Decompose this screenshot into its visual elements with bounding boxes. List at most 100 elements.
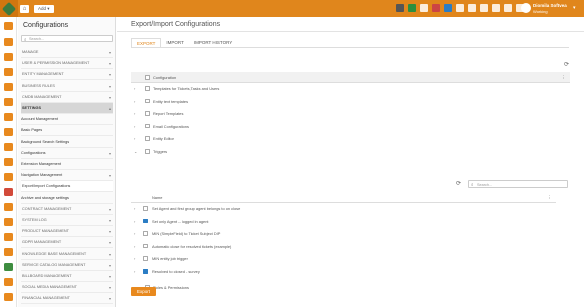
select-all-checkbox[interactable]	[145, 75, 150, 80]
chart-bar-icon[interactable]	[4, 173, 13, 181]
calendar-icon[interactable]	[492, 4, 500, 12]
sidebar-item[interactable]: Account Management	[21, 114, 113, 126]
expand-toggle-icon[interactable]: ›	[134, 96, 135, 107]
sidebar-item[interactable]: ENTITY MANAGEMENT ▾	[21, 69, 113, 81]
calendar-icon[interactable]	[4, 22, 13, 30]
row-checkbox[interactable]	[143, 218, 148, 224]
expand-toggle-icon[interactable]: ›	[134, 228, 135, 239]
triggers-search-input[interactable]: ⌕ Search...	[468, 180, 568, 188]
expand-toggle-icon[interactable]: ›	[134, 266, 135, 277]
sidebar-item[interactable]: Archive and storage settings	[21, 193, 113, 204]
sidebar-item[interactable]: KNOWLEDGE BASE MANAGEMENT ▾	[21, 249, 113, 260]
sidebar-item[interactable]: SETTINGS ▴	[21, 103, 113, 114]
sidebar-item[interactable]: SOCIAL MEDIA MANAGEMENT ▾	[21, 282, 113, 294]
user-menu[interactable]: Diomila Softvea Working ▾	[521, 2, 581, 15]
sidebar-item[interactable]: Extension Management	[21, 159, 113, 170]
clipboard-icon[interactable]	[4, 53, 13, 61]
sidebar-item[interactable]: CONTRACT MANAGEMENT ▾	[21, 204, 113, 215]
row-label: MIN (SimpleField) to Ticket Subject DIP	[152, 231, 221, 237]
refresh-icon[interactable]: ⟳	[564, 61, 569, 68]
expand-toggle-icon[interactable]: ⌄	[134, 146, 137, 157]
sidebar-item[interactable]: SYSTEM LOG ▾	[21, 215, 113, 226]
sidebar-item-label: BUSINESS RULES	[22, 83, 55, 88]
chevron-icon: ▾	[108, 173, 111, 179]
more-icon[interactable]: ⋮	[548, 192, 553, 203]
sidebar-search-input[interactable]: ⌕ Search...	[21, 35, 113, 42]
expand-toggle-icon[interactable]: ›	[134, 83, 135, 94]
heart-icon[interactable]	[480, 4, 488, 12]
row-checkbox[interactable]	[143, 231, 148, 236]
tools-icon[interactable]	[4, 248, 13, 256]
block-icon[interactable]	[4, 188, 13, 196]
gear-icon[interactable]	[4, 293, 13, 301]
page-title: Export/Import Configurations	[131, 21, 221, 28]
app-logo[interactable]	[0, 0, 18, 17]
expand-toggle-icon[interactable]: ›	[134, 241, 135, 252]
sidebar-item-label: SERVICE CATALOG MANAGEMENT	[22, 262, 86, 267]
row-checkbox[interactable]	[143, 206, 148, 211]
document-icon[interactable]	[4, 203, 13, 211]
sidebar-item[interactable]: Navigation Management ▾	[21, 170, 113, 182]
sidebar-item[interactable]: FINANCIAL MANAGEMENT ▾	[21, 293, 113, 305]
sidebar-item[interactable]: CMDB MANAGEMENT ▾	[21, 92, 113, 103]
search-icon[interactable]	[4, 113, 13, 121]
headset-icon[interactable]	[456, 4, 464, 12]
calendar-icon[interactable]	[4, 218, 13, 226]
tabs-divider	[131, 47, 569, 48]
sidebar-item[interactable]: USER & PERMISSION MANAGEMENT ▾	[21, 58, 113, 70]
sidebar-item[interactable]: GDPR MANAGEMENT ▾	[21, 237, 113, 249]
chevron-icon: ▾	[108, 218, 111, 223]
search-icon[interactable]	[444, 4, 452, 12]
row-checkbox[interactable]	[145, 136, 150, 141]
puzzle-icon[interactable]	[4, 263, 13, 271]
monitor-icon[interactable]	[396, 4, 404, 12]
row-label: Roles & Permissions	[153, 285, 189, 290]
top-bar: ⌂ Add ▾ Diomila Softvea Working ▾	[0, 0, 584, 17]
flag-icon[interactable]	[408, 4, 416, 12]
settings-icon[interactable]	[4, 278, 13, 286]
clock-icon[interactable]	[420, 4, 428, 12]
row-checkbox[interactable]	[145, 111, 150, 116]
row-checkbox[interactable]	[145, 123, 150, 129]
sidebar-item[interactable]: BUSINESS RULES ▾	[21, 81, 113, 92]
expand-toggle-icon[interactable]: ›	[134, 108, 135, 119]
row-checkbox[interactable]	[143, 269, 148, 274]
expand-toggle-icon[interactable]: ›	[134, 121, 135, 132]
sidebar-item[interactable]: BILLBOARD MANAGEMENT ▾	[21, 271, 113, 282]
row-checkbox[interactable]	[143, 256, 148, 261]
cart-icon[interactable]	[4, 68, 13, 76]
add-button[interactable]: Add ▾	[34, 5, 54, 13]
sidebar-item[interactable]: SERVICE CATALOG MANAGEMENT ▾	[21, 260, 113, 271]
refresh-icon[interactable]: ⟳	[456, 180, 461, 187]
layers-icon[interactable]	[4, 83, 13, 91]
sidebar-item[interactable]: MANAGE ▾	[21, 47, 113, 58]
expand-toggle-icon[interactable]: ›	[134, 203, 135, 214]
grid-icon[interactable]	[4, 38, 13, 46]
person-icon[interactable]	[4, 98, 13, 106]
row-checkbox[interactable]	[145, 149, 150, 154]
tag-icon[interactable]	[468, 4, 476, 12]
sidebar-item[interactable]: Basic Pages	[21, 125, 113, 137]
more-icon[interactable]: ⋮	[562, 72, 567, 83]
chat-icon[interactable]	[504, 4, 512, 12]
export-button[interactable]: Export	[131, 287, 156, 296]
sidebar-item[interactable]: Export/Import Configurations	[21, 181, 113, 193]
sidebar-item[interactable]: Configurations ▾	[21, 148, 113, 159]
sidebar-item[interactable]: PRODUCT MANAGEMENT ▾	[21, 226, 113, 238]
chevron-icon: ▾	[108, 61, 111, 67]
sidebar-item[interactable]: Background Search Settings	[21, 137, 113, 148]
row-checkbox[interactable]	[145, 86, 150, 91]
chevron-icon: ▾	[108, 274, 111, 279]
expand-toggle-icon[interactable]: ›	[134, 216, 135, 227]
expand-toggle-icon[interactable]: ›	[134, 133, 135, 144]
megaphone-icon[interactable]	[4, 158, 13, 166]
row-checkbox[interactable]	[145, 98, 150, 104]
chat-icon[interactable]	[4, 143, 13, 151]
shield-icon[interactable]	[4, 233, 13, 241]
chart-icon[interactable]	[4, 128, 13, 136]
list-icon[interactable]	[432, 4, 440, 12]
sidebar-item-label: SOCIAL MEDIA MANAGEMENT	[22, 285, 77, 290]
home-icon[interactable]: ⌂	[20, 5, 29, 13]
expand-toggle-icon[interactable]: ›	[134, 253, 135, 264]
row-checkbox[interactable]	[143, 243, 148, 249]
